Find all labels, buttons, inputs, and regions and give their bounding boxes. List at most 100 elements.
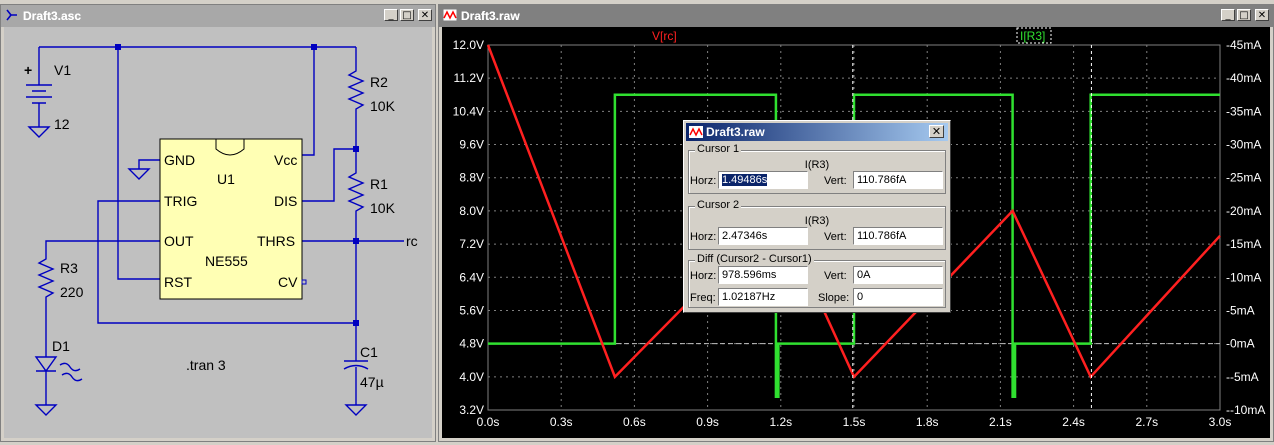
diff-label: Diff (Cursor2 - Cursor1): [695, 253, 814, 265]
tran-directive: .tran 3: [186, 357, 226, 373]
x-tick-label: 1.5s: [843, 415, 866, 429]
r2-name: R2: [370, 74, 388, 90]
schematic-window[interactable]: Draft3.asc _ □ ✕ + V1 12 R2 10K R1 10K R…: [0, 4, 436, 442]
pin-vcc: Vcc: [274, 152, 297, 168]
schematic-window-title: Draft3.asc: [23, 9, 82, 23]
schematic-titlebar[interactable]: Draft3.asc _ □ ✕: [1, 5, 435, 27]
y-tick-label-left: 5.6V: [459, 303, 484, 317]
ground-symbol: [27, 126, 51, 138]
y-tick-label-left: 9.6V: [459, 138, 484, 152]
ground-symbol: [34, 404, 58, 416]
schematic-canvas[interactable]: + V1 12 R2 10K R1 10K R3 220 D1 C1 47µ U…: [4, 27, 432, 438]
ground-symbol: [127, 159, 160, 180]
trace-label-vrc: V[rc]: [652, 29, 677, 43]
cursor2-vert-label: Vert:: [824, 231, 847, 243]
y-tick-label-right: -40mA: [1226, 71, 1261, 85]
diff-freq-field[interactable]: 1.02187Hz: [718, 288, 808, 306]
x-tick-label: 1.2s: [769, 415, 792, 429]
x-tick-label: 0.6s: [623, 415, 646, 429]
ground-symbol: [344, 404, 368, 416]
cursor-dialog[interactable]: Draft3.raw ✕ Cursor 1 I(R3) Horz: 1.4948…: [683, 120, 951, 313]
cursor2-horz-field[interactable]: 2.47346s: [718, 227, 808, 245]
r1-value: 10K: [370, 200, 396, 216]
y-tick-label-left: 8.8V: [459, 171, 484, 185]
wire: [302, 148, 356, 202]
diff-freq-label: Freq:: [690, 292, 716, 304]
diff-horz-label: Horz:: [690, 270, 717, 282]
plot-titlebar[interactable]: Draft3.raw _ □ ✕: [439, 5, 1273, 27]
y-tick-label-right: -30mA: [1226, 138, 1261, 152]
cursor2-vert-field[interactable]: 110.786fA: [853, 227, 943, 245]
pin-thrs: THRS: [257, 233, 295, 249]
d1-name: D1: [52, 338, 70, 354]
x-tick-label: 2.4s: [1062, 415, 1085, 429]
r1-name: R1: [370, 176, 388, 192]
cursor-dialog-title: Draft3.raw: [706, 125, 765, 139]
x-tick-label: 3.0s: [1209, 415, 1232, 429]
v1-value: 12: [54, 116, 70, 132]
resistor-r2-symbol: [347, 47, 365, 149]
diff-slope-field[interactable]: 0: [853, 288, 943, 306]
x-tick-label: 2.7s: [1135, 415, 1158, 429]
diff-slope-label: Slope:: [818, 292, 850, 304]
y-tick-label-right: -15mA: [1226, 237, 1261, 251]
x-tick-label: 0.0s: [477, 415, 500, 429]
wire: [302, 47, 315, 156]
y-tick-label-left: 4.8V: [459, 337, 484, 351]
cursor2-signal: I(R3): [804, 215, 830, 227]
y-tick-label-right: -10mA: [1226, 270, 1261, 284]
y-tick-label-right: -35mA: [1226, 104, 1261, 118]
cursor1-horz-field[interactable]: 1.49486s: [718, 171, 808, 189]
v1-plus-sign: +: [24, 62, 32, 78]
diff-vert-field[interactable]: 0A: [853, 266, 943, 284]
v1-name: V1: [54, 62, 71, 78]
minimize-button[interactable]: _: [384, 9, 398, 21]
cursor2-horz-label: Horz:: [690, 231, 717, 243]
u1-name: U1: [217, 171, 235, 187]
r3-name: R3: [60, 260, 78, 276]
pin-gnd: GND: [164, 152, 195, 168]
waveform-app-icon: [689, 126, 703, 138]
pin-dis: DIS: [274, 193, 297, 209]
y-tick-label-right: -20mA: [1226, 204, 1261, 218]
pin-rst: RST: [164, 274, 192, 290]
y-tick-label-left: 12.0V: [453, 38, 484, 52]
cursor1-vert-field[interactable]: 110.786fA: [853, 171, 943, 189]
capacitor-c1-symbol: [343, 323, 369, 405]
y-tick-label-right: -0mA: [1226, 337, 1255, 351]
x-tick-label: 1.8s: [916, 415, 939, 429]
maximize-button[interactable]: □: [400, 9, 414, 21]
cursor1-label: Cursor 1: [695, 143, 742, 155]
diff-vert-label: Vert:: [824, 270, 847, 282]
y-tick-label-right: -5mA: [1226, 303, 1255, 317]
trace-label-ir3: I[R3]: [1020, 29, 1045, 43]
y-tick-label-right: -45mA: [1226, 38, 1261, 52]
y-tick-label-right: --10mA: [1226, 403, 1265, 417]
cursor1-horz-label: Horz:: [690, 175, 717, 187]
close-button[interactable]: ✕: [1255, 9, 1269, 21]
y-tick-label-right: --5mA: [1226, 370, 1259, 384]
cursor1-signal: I(R3): [804, 159, 830, 171]
resistor-r1-symbol: [347, 149, 365, 323]
schematic-app-icon: [6, 9, 17, 21]
x-tick-label: 0.9s: [696, 415, 719, 429]
r2-value: 10K: [370, 98, 396, 114]
y-tick-label-left: 6.4V: [459, 270, 484, 284]
pin-out: OUT: [164, 233, 194, 249]
maximize-button[interactable]: □: [1237, 9, 1251, 21]
cursor2-label: Cursor 2: [695, 199, 742, 211]
cursor-dialog-titlebar[interactable]: Draft3.raw ✕: [686, 123, 948, 141]
net-label-rc: rc: [406, 233, 418, 249]
x-tick-label: 0.3s: [550, 415, 573, 429]
close-button[interactable]: ✕: [929, 125, 944, 138]
x-tick-label: 2.1s: [989, 415, 1012, 429]
y-tick-label-right: -25mA: [1226, 171, 1261, 185]
cursor1-vert-label: Vert:: [824, 175, 847, 187]
schematic-drawing: + V1 12 R2 10K R1 10K R3 220 D1 C1 47µ U…: [24, 44, 418, 416]
wire: [38, 46, 356, 55]
y-tick-label-left: 8.0V: [459, 204, 484, 218]
close-button[interactable]: ✕: [418, 9, 432, 21]
pin-trig: TRIG: [164, 193, 197, 209]
diff-horz-field[interactable]: 978.596ms: [718, 266, 808, 284]
minimize-button[interactable]: _: [1221, 9, 1235, 21]
